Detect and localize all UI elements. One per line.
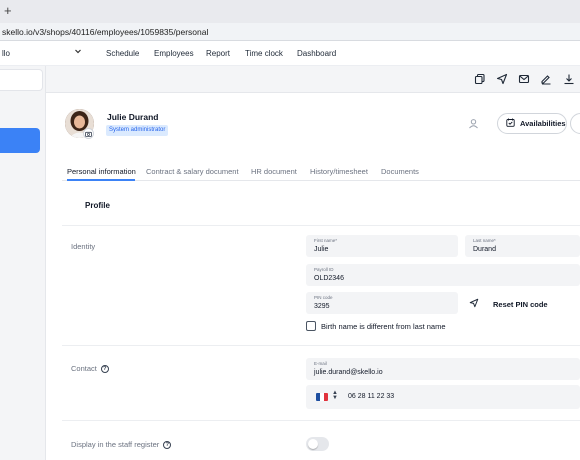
nav-schedule[interactable]: Schedule: [106, 49, 139, 58]
sidebar-item-selected[interactable]: [0, 128, 40, 153]
first-name-field[interactable]: First name* Julie: [306, 235, 458, 257]
divider: [62, 225, 580, 226]
availabilities-button[interactable]: Availabilities: [497, 113, 567, 134]
birth-name-label: Birth name is different from last name: [321, 322, 446, 331]
nav-time-clock[interactable]: Time clock: [245, 49, 283, 58]
actions-toolbar: [46, 66, 580, 93]
contact-label: Contact ?: [71, 364, 109, 373]
profile-section-title: Profile: [85, 201, 110, 210]
sign-icon[interactable]: [540, 73, 552, 85]
shop-name: llo: [2, 49, 11, 58]
tab-history-timesheet[interactable]: History/timesheet: [310, 167, 368, 176]
divider: [62, 420, 580, 421]
email-field-label: E-mail: [314, 361, 327, 366]
france-flag-icon[interactable]: [316, 393, 328, 401]
help-icon[interactable]: ?: [100, 364, 109, 373]
toggle-knob: [308, 439, 318, 449]
copy-icon[interactable]: [474, 73, 486, 85]
identity-label: Identity: [71, 242, 95, 251]
payroll-id-field[interactable]: Payroll ID OLD2346: [306, 264, 580, 286]
nav-dashboard[interactable]: Dashboard: [297, 49, 336, 58]
tabs-divider: [62, 180, 580, 181]
staff-register-label-text: Display in the staff register: [71, 440, 160, 449]
email-field[interactable]: E-mail julie.durand@skello.io: [306, 358, 580, 380]
tab-contract-salary[interactable]: Contract & salary document: [146, 167, 239, 176]
download-icon[interactable]: [563, 73, 575, 85]
first-name-field-label: First name*: [314, 238, 338, 243]
contact-label-text: Contact: [71, 364, 97, 373]
chevron-down-icon: [74, 47, 82, 57]
employee-name: Julie Durand: [107, 112, 159, 122]
tab-documents[interactable]: Documents: [381, 167, 419, 176]
employee-sidebar: [0, 66, 46, 460]
calendar-check-icon: [506, 118, 515, 129]
active-tab-indicator: [67, 179, 135, 181]
mail-icon[interactable]: [518, 73, 530, 85]
tab-personal-information[interactable]: Personal information: [67, 167, 136, 176]
user-icon[interactable]: [468, 118, 479, 129]
birth-name-checkbox[interactable]: [306, 321, 316, 331]
availabilities-label: Availabilities: [520, 119, 566, 128]
app-navbar: llo Schedule Employees Report Time clock…: [0, 41, 580, 66]
pin-code-field-label: PIN code: [314, 295, 333, 300]
first-name-value: Julie: [314, 246, 329, 253]
reset-pin-button[interactable]: Reset PIN code: [469, 298, 548, 310]
help-icon[interactable]: ?: [163, 440, 172, 449]
send-icon[interactable]: [496, 73, 508, 85]
identity-label-text: Identity: [71, 242, 96, 251]
tab-hr-document[interactable]: HR document: [251, 167, 297, 176]
address-bar[interactable]: skello.io/v3/shops/40116/employees/10598…: [0, 23, 580, 41]
last-name-field[interactable]: Last name* Durand: [465, 235, 580, 257]
phone-field[interactable]: ▲ ▼ 06 28 11 22 33: [306, 385, 580, 409]
staff-register-label: Display in the staff register ?: [71, 440, 172, 449]
browser-tab-bar: +: [0, 0, 580, 23]
reset-pin-label: Reset PIN code: [493, 299, 548, 309]
new-tab-button[interactable]: +: [4, 3, 12, 19]
staff-register-toggle[interactable]: [306, 437, 329, 451]
nav-employees[interactable]: Employees: [154, 49, 194, 58]
more-actions-button[interactable]: [570, 113, 580, 134]
send-icon: [469, 298, 479, 310]
role-badge: System administrator: [106, 125, 169, 136]
nav-report[interactable]: Report: [206, 49, 230, 58]
email-value: julie.durand@skello.io: [314, 369, 383, 376]
sidebar-search-input[interactable]: [0, 69, 43, 91]
url-text[interactable]: skello.io/v3/shops/40116/employees/10598…: [2, 27, 208, 37]
pin-code-value: 3295: [314, 303, 330, 310]
phone-value: 06 28 11 22 33: [348, 393, 395, 400]
last-name-value: Durand: [473, 246, 496, 253]
camera-icon[interactable]: [83, 128, 94, 139]
country-select-chevron-icon[interactable]: ▲ ▼: [332, 390, 338, 401]
divider: [62, 345, 580, 346]
payroll-id-field-label: Payroll ID: [314, 267, 334, 272]
shop-selector[interactable]: llo: [0, 41, 90, 66]
pin-code-field[interactable]: PIN code 3295: [306, 292, 458, 314]
payroll-id-value: OLD2346: [314, 275, 344, 282]
last-name-field-label: Last name*: [473, 238, 496, 243]
